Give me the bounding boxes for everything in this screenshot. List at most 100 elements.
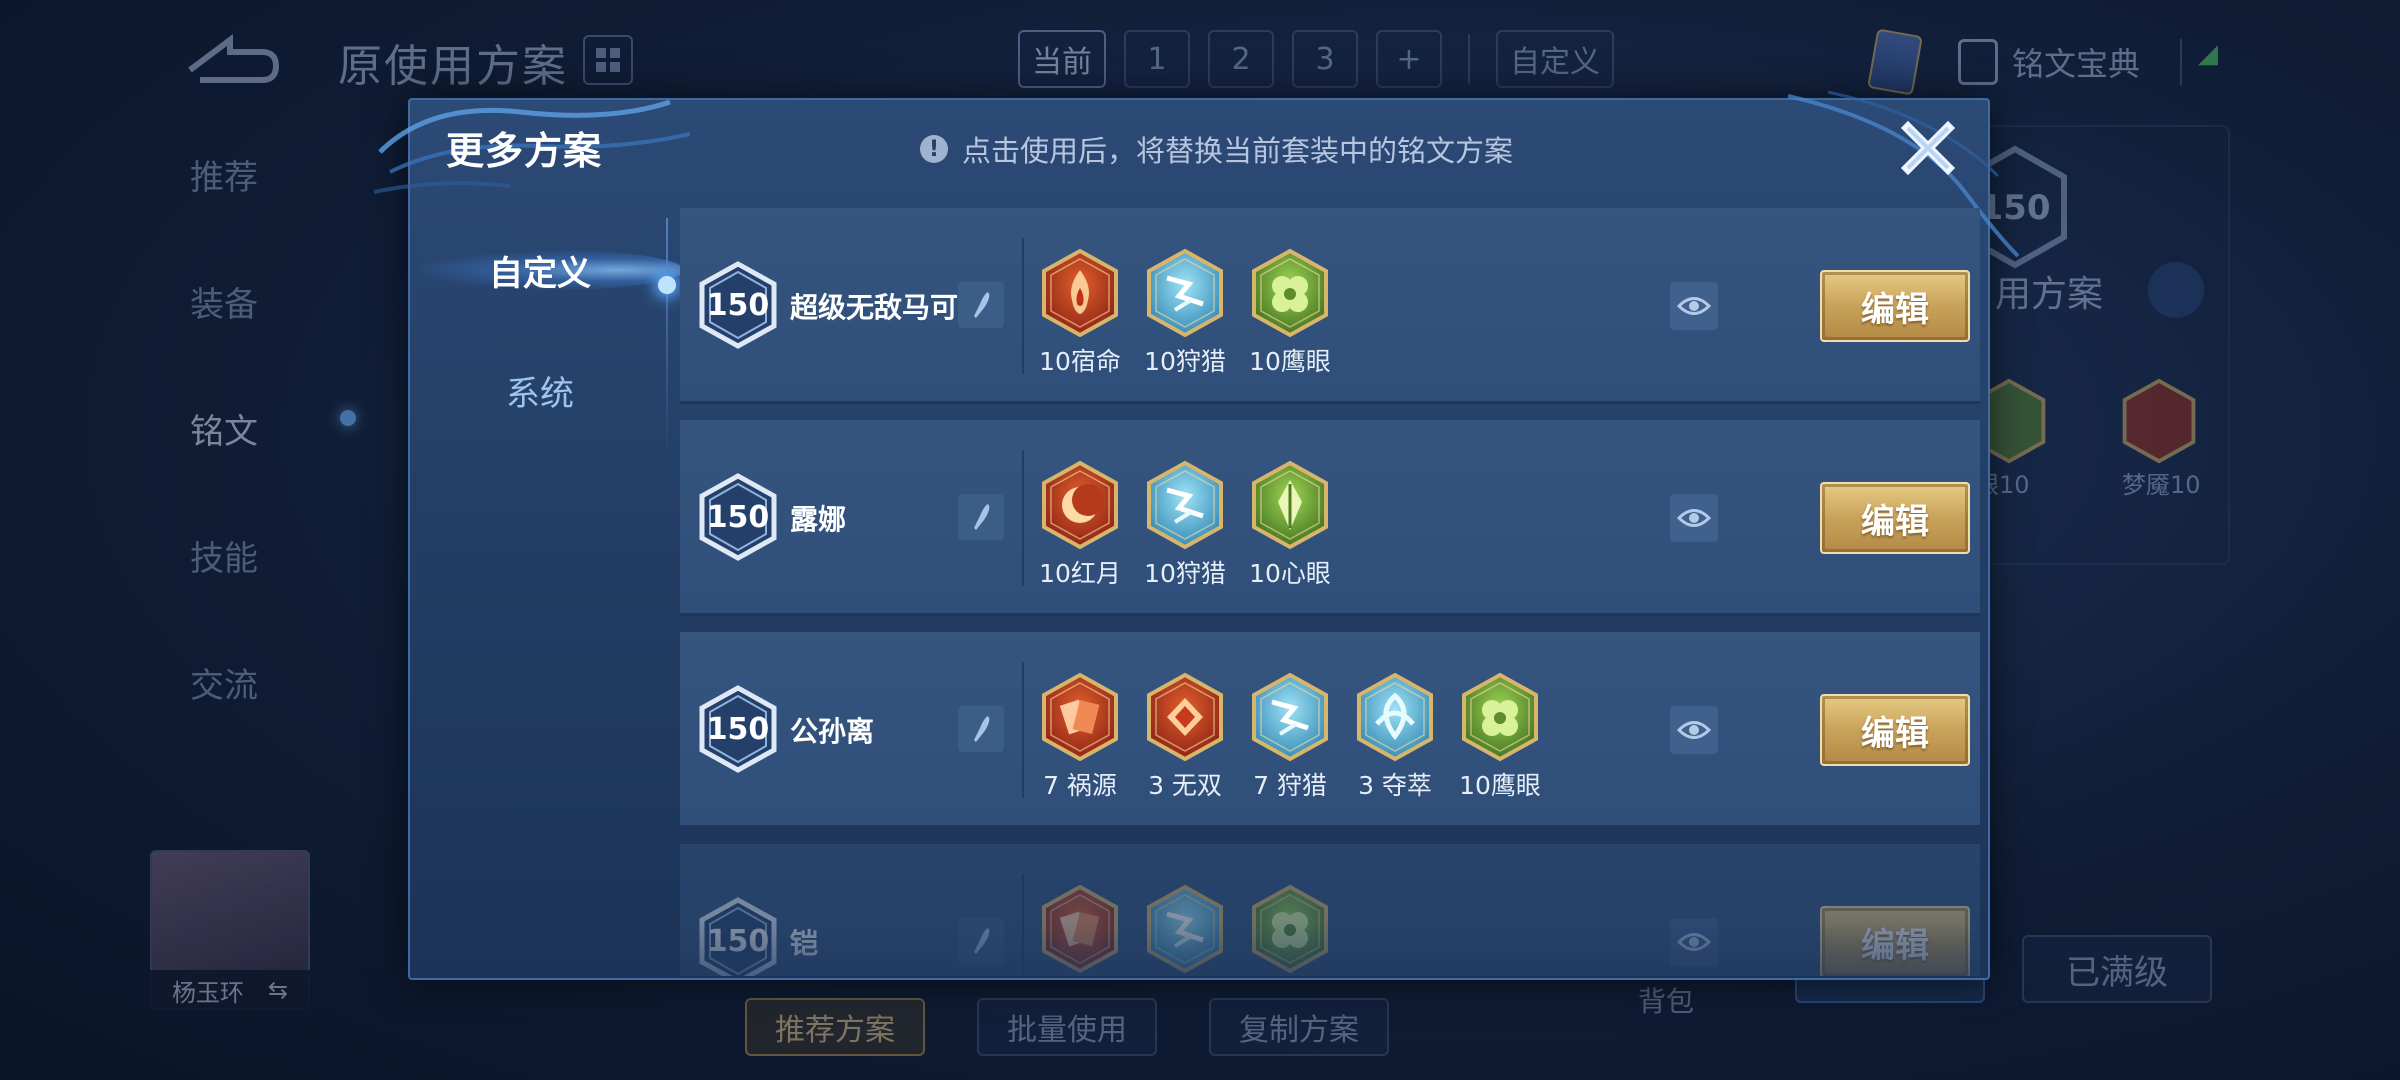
eye-icon[interactable]: [1670, 918, 1718, 966]
cards-rune-icon: [1042, 884, 1118, 974]
rune-slot: [1250, 884, 1330, 976]
edit-button[interactable]: 编辑: [1820, 270, 1970, 342]
rune-slot: [1145, 884, 1225, 976]
rune-set: 10红月 10狩猎 10心眼: [1039, 460, 1331, 590]
tab-system-label: 系统: [506, 373, 574, 414]
grid-icon[interactable]: [583, 35, 633, 85]
plan-row[interactable]: 150 露娜 10红月 10狩猎 10心眼 编辑: [680, 420, 1980, 616]
plan-name: 铠: [790, 927, 819, 960]
swap-icon: ⇆: [267, 976, 289, 1004]
bg-side-item-equipment[interactable]: 装备: [190, 277, 258, 326]
bg-tab-3[interactable]: 3: [1292, 30, 1358, 88]
copy-plan-button[interactable]: 复制方案: [1209, 998, 1389, 1056]
active-tab-indicator: [658, 276, 676, 294]
eye-icon[interactable]: [1670, 494, 1718, 542]
batch-use-button[interactable]: 批量使用: [977, 998, 1157, 1056]
rune-label: 10狩猎: [1144, 347, 1226, 376]
rename-pencil-icon[interactable]: [958, 494, 1004, 540]
plan-level: 150: [706, 499, 770, 535]
lightning-rune-icon: [1147, 248, 1223, 338]
bg-bottom-buttons: 推荐方案 批量使用 复制方案: [745, 998, 1389, 1056]
rune-slot: 3 无双: [1145, 672, 1225, 802]
rune-label: 10鹰眼: [1249, 347, 1331, 376]
red-rune-icon: [2122, 378, 2196, 464]
plan-name: 公孙离: [790, 715, 875, 748]
tab-system[interactable]: 系统: [410, 330, 670, 450]
plan-name: 超级无敌马可: [790, 291, 959, 324]
lightning-rune-icon: [1147, 460, 1223, 550]
clover-rune-icon: [1252, 884, 1328, 974]
bg-side-item-skills[interactable]: 技能: [190, 531, 258, 580]
rune-slot: 10狩猎: [1144, 460, 1226, 590]
edit-button[interactable]: 编辑: [1820, 482, 1970, 554]
bag-label[interactable]: 背包: [1638, 980, 1694, 1020]
clover-rune-icon: [1462, 672, 1538, 762]
rune-slot: 10狩猎: [1144, 248, 1226, 378]
menu-icon[interactable]: [2148, 262, 2204, 318]
plan-row[interactable]: 150 超级无敌马可 10宿命 10狩猎 10鹰眼 编辑: [680, 208, 1980, 404]
maxed-button[interactable]: 已满级: [2022, 935, 2212, 1003]
rune-label: 10红月: [1039, 559, 1121, 588]
clover-rune-icon: [1252, 248, 1328, 338]
rune-set: 10宿命 10狩猎 10鹰眼: [1039, 248, 1331, 378]
bg-side-item-chat[interactable]: 交流: [190, 658, 258, 707]
rune-slot: 3 夺萃: [1355, 672, 1435, 802]
rune-label: 10宿命: [1039, 347, 1121, 376]
hero-name: 杨玉环: [171, 978, 244, 1007]
info-icon: !: [920, 135, 948, 163]
close-icon[interactable]: [1898, 118, 1958, 178]
rune-book-button[interactable]: 铭文宝典: [1957, 39, 2140, 85]
bg-tab-current[interactable]: 当前: [1018, 30, 1106, 88]
rename-pencil-icon[interactable]: [958, 282, 1004, 328]
bg-rune-label: 梦魇10: [2122, 471, 2201, 499]
bg-sidebar: 推荐 装备 铭文 技能 交流: [190, 150, 258, 707]
rune-label: 7 祸源: [1043, 771, 1117, 800]
book-icon: [1957, 39, 1998, 85]
plan-list[interactable]: 150 超级无敌马可 10宿命 10狩猎 10鹰眼 编辑 150 露娜 10红月 10狩猎 10心眼…: [680, 208, 1980, 976]
bg-tab-1[interactable]: 1: [1124, 30, 1190, 88]
edit-button[interactable]: 编辑: [1820, 906, 1970, 976]
bg-tab-custom[interactable]: 自定义: [1496, 30, 1614, 88]
back-arrow-icon[interactable]: [180, 30, 280, 90]
side-divider: [666, 218, 668, 458]
rune-book-label: 铭文宝典: [2011, 45, 2140, 83]
divider: [1468, 34, 1470, 84]
plan-level: 150: [706, 711, 770, 747]
plan-row[interactable]: 150 公孙离 7 祸源 3 无双 7 狩猎 3 夺萃 10鹰眼 编辑: [680, 632, 1980, 828]
bg-tab-add[interactable]: +: [1376, 30, 1442, 88]
bg-side-indicator: [340, 410, 356, 426]
edit-button[interactable]: 编辑: [1820, 694, 1970, 766]
bg-side-item-recommend[interactable]: 推荐: [190, 150, 258, 199]
more-plans-modal: 更多方案 ! 点击使用后，将替换当前套装中的铭文方案 自定义 系统 150 超级无…: [373, 90, 2020, 980]
eye-icon[interactable]: [1670, 282, 1718, 330]
crescent-moon-rune-icon: [1042, 460, 1118, 550]
row-divider: [1022, 874, 1024, 976]
plan-source-tabs: 自定义 系统: [410, 210, 684, 450]
fire-flame-rune-icon: [1042, 248, 1118, 338]
plan-row[interactable]: 150 铠 编辑: [680, 844, 1980, 976]
rune-slot: 10宿命: [1039, 248, 1121, 378]
wifi-icon: ◢: [2180, 39, 2220, 85]
rename-pencil-icon[interactable]: [958, 706, 1004, 752]
recommend-plan-button[interactable]: 推荐方案: [745, 998, 925, 1056]
bg-side-item-runes[interactable]: 铭文: [190, 404, 258, 453]
cards-rune-icon: [1042, 672, 1118, 762]
rune-label: 10狩猎: [1144, 559, 1226, 588]
rune-slot: 10心眼: [1249, 460, 1331, 590]
tab-custom[interactable]: 自定义: [410, 210, 684, 330]
bg-tab-2[interactable]: 2: [1208, 30, 1274, 88]
knot-rune-icon: [1357, 672, 1433, 762]
eye-icon[interactable]: [1670, 706, 1718, 754]
rune-slot: 10鹰眼: [1249, 248, 1331, 378]
rune-slot: 7 祸源: [1040, 672, 1120, 802]
leaf-rune-icon: [1252, 460, 1328, 550]
rename-pencil-icon[interactable]: [958, 918, 1004, 964]
rune-label: 7 狩猎: [1253, 771, 1327, 800]
rune-label: 10鹰眼: [1459, 771, 1541, 800]
tab-custom-label: 自定义: [489, 253, 591, 294]
lightning-rune-icon: [1147, 884, 1223, 974]
rune-set: 7 祸源 3 无双 7 狩猎 3 夺萃 10鹰眼: [1040, 672, 1541, 802]
diamond-rune-icon: [1147, 672, 1223, 762]
plan-name: 露娜: [790, 503, 847, 536]
hero-name-bar[interactable]: 杨玉环 ⇆: [150, 970, 310, 1010]
